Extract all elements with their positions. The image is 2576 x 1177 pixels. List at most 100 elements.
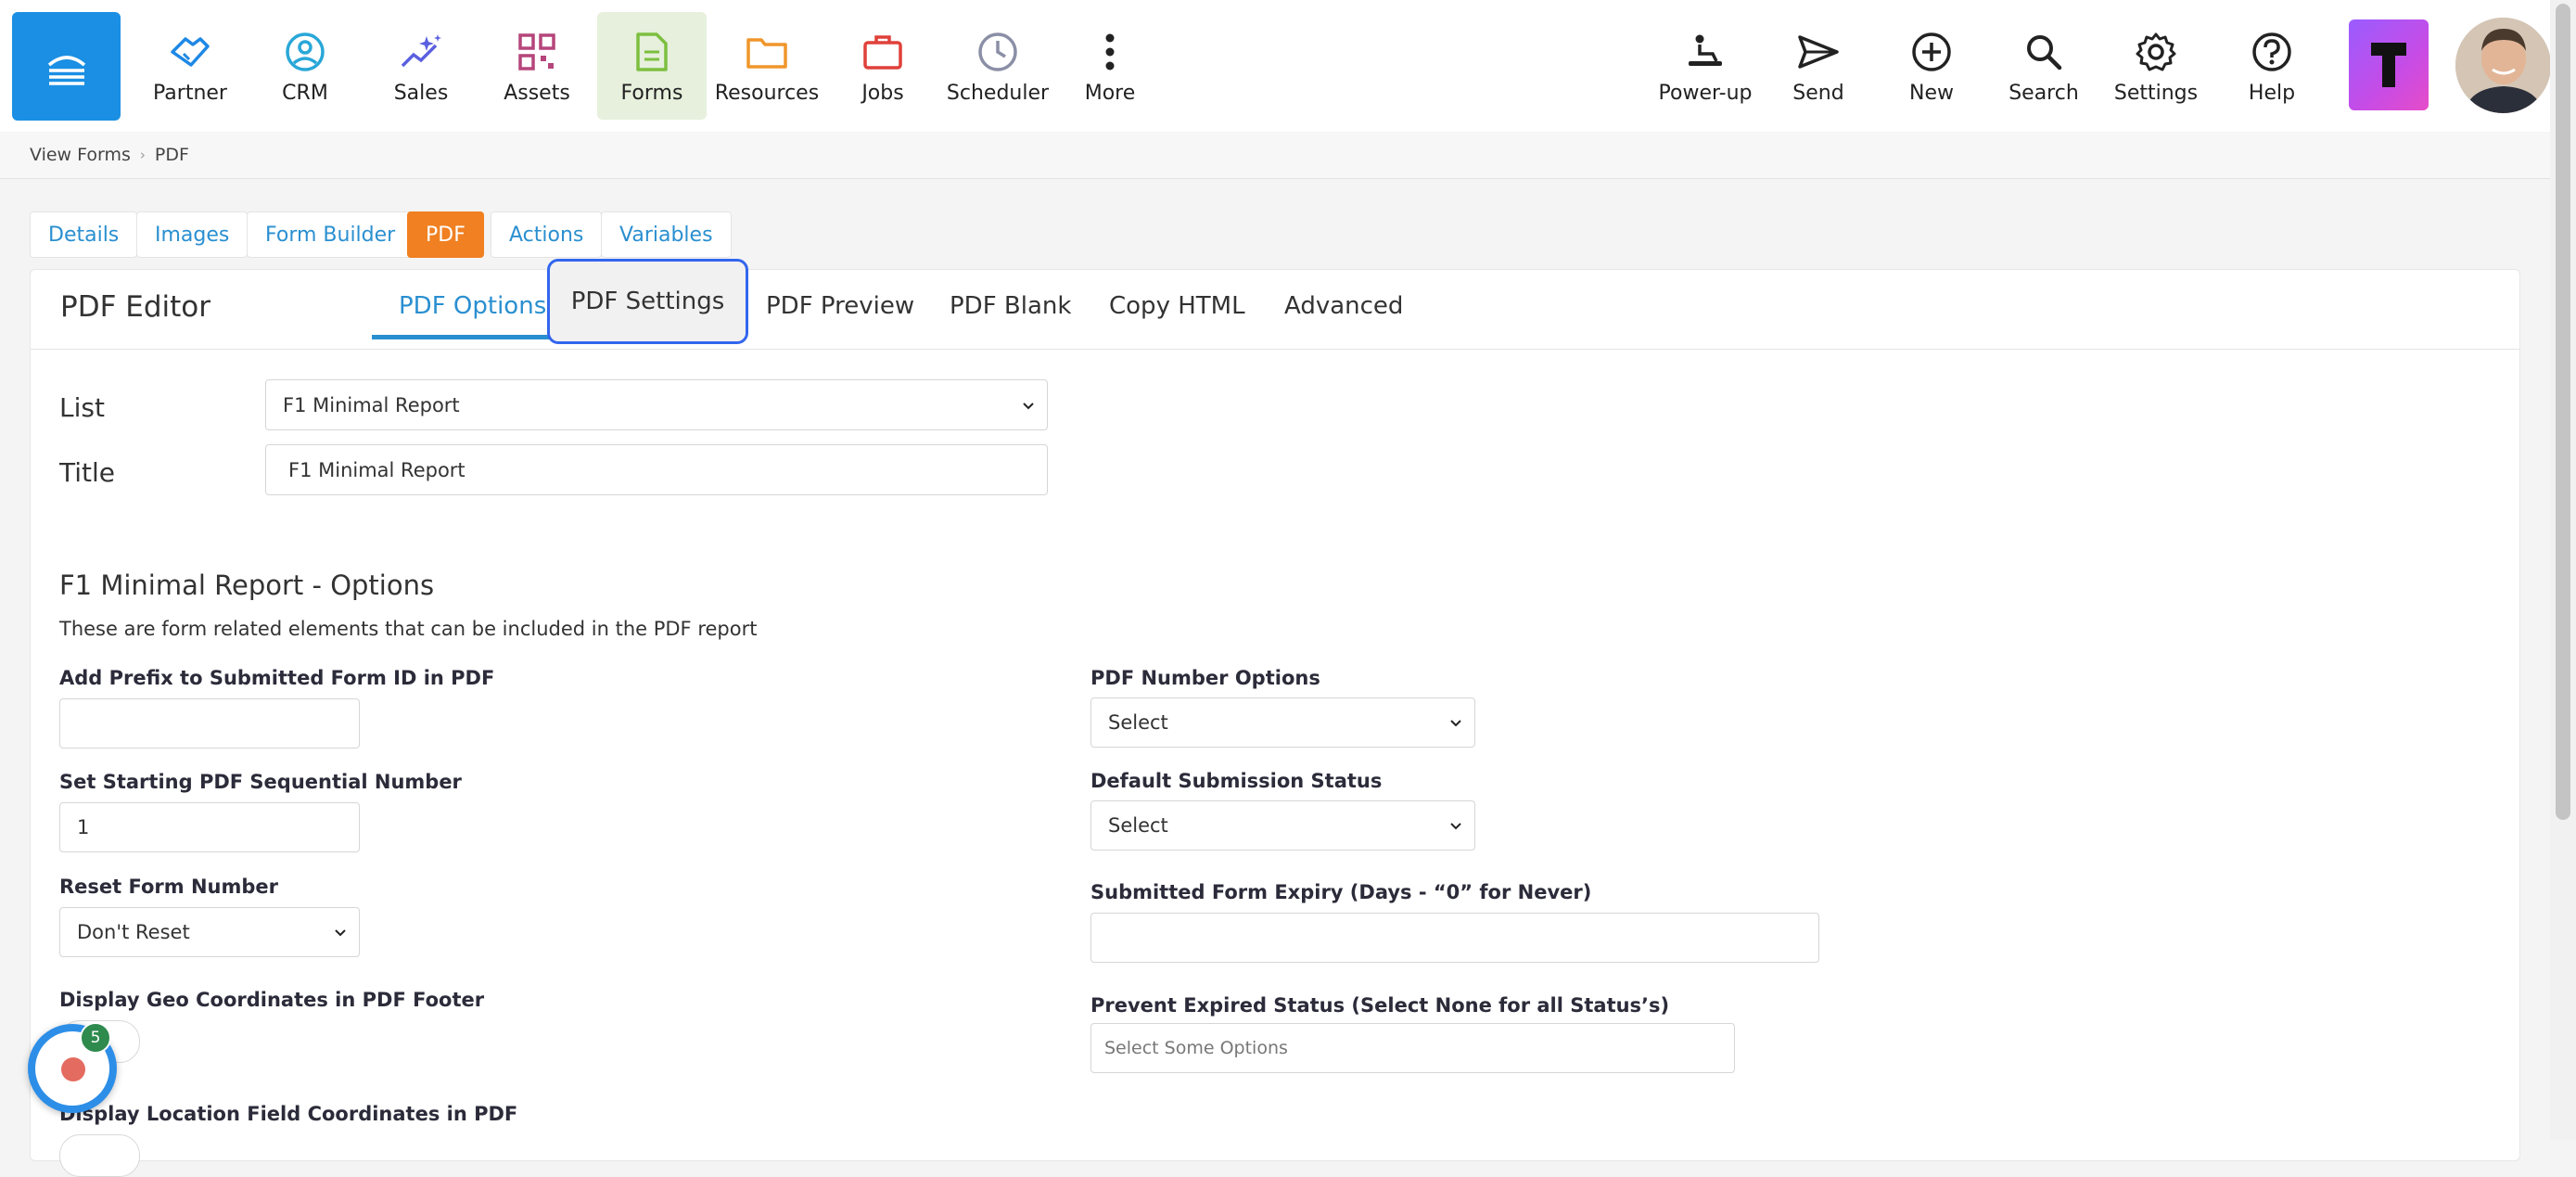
list-select[interactable]: F1 Minimal Report [265, 379, 1048, 430]
list-select-value: F1 Minimal Report [283, 393, 460, 416]
nav-label: Jobs [861, 82, 904, 105]
avatar-photo [2455, 18, 2551, 113]
card-header: PDF Editor PDF Options PDF Settings PDF … [31, 259, 2519, 350]
send-icon [1798, 35, 1839, 69]
brand-app-tile[interactable] [2349, 19, 2429, 110]
briefcase-icon [863, 35, 902, 70]
options-section-title: F1 Minimal Report - Options [59, 569, 435, 601]
nav-settings[interactable]: Settings [2101, 12, 2211, 120]
pdf-editor-card: PDF Editor PDF Options PDF Settings PDF … [30, 259, 2520, 1177]
tab-images[interactable]: Images [136, 211, 249, 258]
options-section-description: These are form related elements that can… [59, 618, 758, 640]
notification-badge: 5 [80, 1022, 111, 1054]
active-subtab-indicator [372, 335, 555, 339]
brand-logo-icon [2371, 43, 2406, 87]
scrollbar-thumb[interactable] [2556, 4, 2570, 820]
nav-power-up[interactable]: Power-up [1651, 12, 1760, 120]
nav-jobs[interactable]: Jobs [828, 12, 937, 120]
nav-partner[interactable]: Partner [135, 12, 245, 120]
subtab-pdf-blank[interactable]: PDF Blank [950, 292, 1071, 320]
start-number-input[interactable]: 1 [59, 802, 360, 852]
nav-help[interactable]: Help [2217, 12, 2327, 120]
nav-sales[interactable]: Sales [366, 12, 476, 120]
nav-label: Search [2009, 82, 2079, 105]
chat-widget-button[interactable]: 5 [28, 1022, 117, 1113]
tab-pdf[interactable]: PDF [407, 211, 484, 258]
subtab-pdf-preview[interactable]: PDF Preview [766, 292, 914, 320]
prevent-expired-label: Prevent Expired Status (Select None for … [1090, 994, 1670, 1017]
user-circle-icon [286, 32, 325, 71]
nav-label: Send [1792, 82, 1844, 105]
nav-label: Sales [393, 82, 449, 105]
title-input[interactable]: F1 Minimal Report [265, 444, 1048, 495]
search-icon [2027, 35, 2062, 70]
nav-assets[interactable]: Assets [482, 12, 592, 120]
subtab-pdf-settings[interactable]: PDF Settings [547, 259, 748, 344]
power-up-icon [1689, 34, 1722, 66]
pdf-number-options-select[interactable]: Select [1090, 697, 1475, 748]
tab-actions[interactable]: Actions [491, 211, 603, 258]
subtab-copy-html[interactable]: Copy HTML [1109, 292, 1245, 320]
default-status-select[interactable]: Select [1090, 800, 1475, 851]
default-status-value: Select [1108, 814, 1168, 837]
breadcrumb-separator: › [139, 147, 146, 163]
prevent-expired-placeholder: Select Some Options [1104, 1038, 1288, 1058]
subtab-pdf-options[interactable]: PDF Options [399, 292, 546, 320]
nav-forms[interactable]: Forms [597, 12, 707, 120]
nav-more[interactable]: More [1055, 12, 1165, 120]
plus-circle-icon [1912, 32, 1951, 71]
start-number-label: Set Starting PDF Sequential Number [59, 771, 462, 793]
app-logo[interactable] [12, 12, 121, 121]
reset-number-value: Don't Reset [77, 921, 190, 943]
tab-variables[interactable]: Variables [601, 211, 732, 258]
top-navigation: Partner CRM Sales Assets Forms Resources… [0, 0, 2551, 132]
help-circle-icon [2252, 32, 2291, 71]
reset-number-label: Reset Form Number [59, 876, 279, 898]
nav-label: Scheduler [946, 82, 1050, 105]
nav-search[interactable]: Search [1989, 12, 2098, 120]
tab-form-builder[interactable]: Form Builder [247, 211, 414, 258]
nav-new[interactable]: New [1877, 12, 1986, 120]
logo-icon [47, 55, 85, 85]
chevron-down-icon [335, 929, 346, 937]
record-icon [61, 1057, 85, 1081]
nav-label: Help [2248, 82, 2296, 105]
title-label: Title [59, 457, 116, 488]
location-coordinates-toggle[interactable] [59, 1134, 140, 1177]
nav-label: New [1909, 82, 1954, 105]
document-icon [636, 32, 668, 71]
user-avatar[interactable] [2455, 18, 2551, 113]
chevron-down-icon [1023, 402, 1034, 409]
prefix-input[interactable] [59, 698, 360, 748]
nav-crm[interactable]: CRM [250, 12, 360, 120]
chevron-down-icon [1450, 823, 1461, 830]
expiry-label: Submitted Form Expiry (Days - “0” for Ne… [1090, 881, 1592, 903]
subtab-advanced[interactable]: Advanced [1284, 292, 1403, 320]
breadcrumb: View Forms › PDF [30, 145, 189, 165]
nav-label: Power-up [1658, 82, 1753, 105]
list-label: List [59, 392, 105, 423]
handshake-icon [171, 37, 210, 67]
nav-resources[interactable]: Resources [712, 12, 822, 120]
page-scrollbar[interactable] [2550, 0, 2576, 1140]
reset-number-select[interactable]: Don't Reset [59, 907, 360, 957]
sparkle-chart-icon [401, 34, 441, 68]
nav-label: Assets [504, 82, 570, 105]
breadcrumb-link-view-forms[interactable]: View Forms [30, 145, 131, 165]
breadcrumb-current: PDF [154, 145, 189, 165]
nav-scheduler[interactable]: Scheduler [943, 12, 1052, 120]
prevent-expired-multiselect[interactable]: Select Some Options [1090, 1023, 1735, 1073]
chevron-down-icon [1450, 720, 1461, 727]
qr-code-icon [518, 33, 555, 70]
nav-label: Resources [714, 82, 820, 105]
geo-coordinates-label: Display Geo Coordinates in PDF Footer [59, 989, 485, 1011]
tab-details[interactable]: Details [30, 211, 138, 258]
nav-label: Settings [2113, 82, 2199, 105]
prefix-label: Add Prefix to Submitted Form ID in PDF [59, 667, 495, 689]
nav-label: Partner [153, 82, 227, 105]
gear-icon [2136, 32, 2176, 71]
expiry-input[interactable] [1090, 913, 1819, 963]
nav-send[interactable]: Send [1764, 12, 1873, 120]
nav-label: CRM [282, 82, 328, 105]
nav-label: Forms [620, 82, 683, 105]
